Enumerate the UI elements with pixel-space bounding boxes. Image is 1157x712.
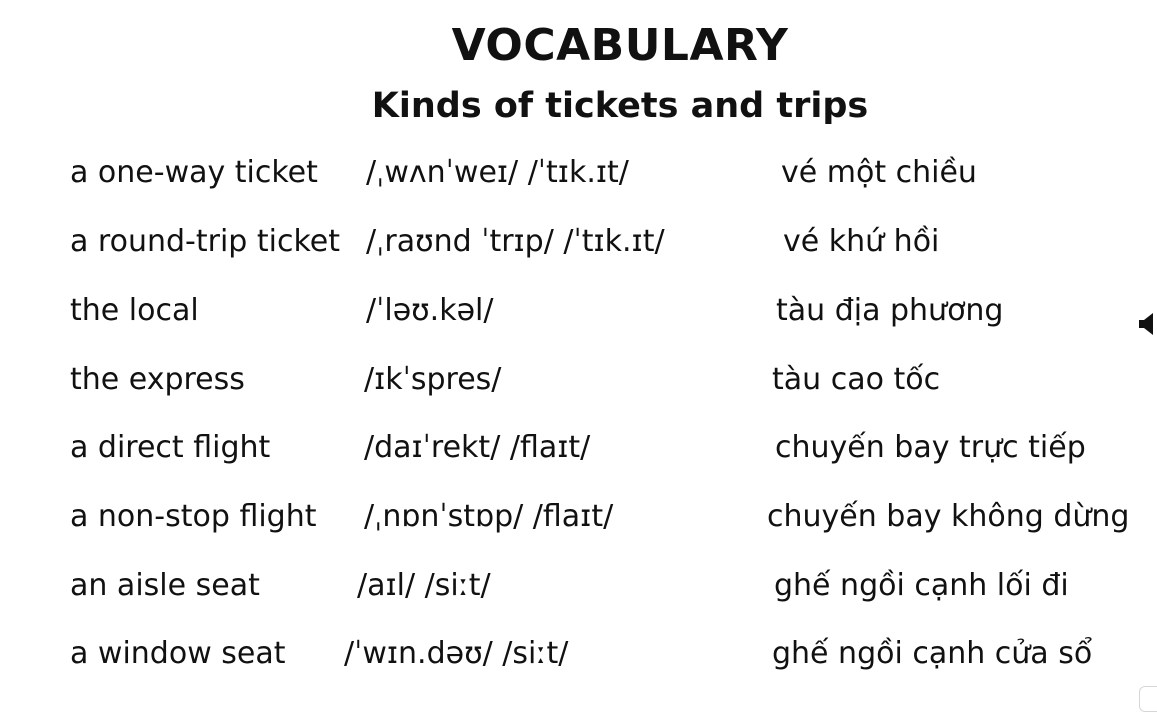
vocab-ipa: /ˈwɪn.dəʊ/ /siːt/: [344, 636, 569, 671]
vocab-term: a window seat: [70, 636, 286, 671]
vocab-row: a one-way ticket /ˌwʌnˈweɪ/ /ˈtɪk.ɪt/ vé…: [0, 150, 1157, 196]
vocab-row: the local /ˈləʊ.kəl/ tàu địa phương: [0, 288, 1157, 334]
speaker-icon-graphic: [1139, 313, 1153, 335]
vocab-term: a one-way ticket: [70, 155, 318, 190]
speaker-icon[interactable]: [1137, 310, 1157, 338]
vocab-meaning: tàu cao tốc: [772, 362, 941, 397]
corner-control[interactable]: [1139, 686, 1157, 712]
vocab-term: a direct flight: [70, 430, 271, 465]
vocab-row: a round-trip ticket /ˌraʊnd ˈtrɪp/ /ˈtɪk…: [0, 219, 1157, 265]
vocab-term: a round-trip ticket: [70, 224, 340, 259]
vocab-meaning: ghế ngồi cạnh cửa sổ: [772, 636, 1093, 671]
vocab-meaning: chuyến bay trực tiếp: [775, 430, 1086, 465]
vocab-meaning: ghế ngồi cạnh lối đi: [774, 568, 1069, 603]
vocab-row: an aisle seat /aɪl/ /siːt/ ghế ngồi cạnh…: [0, 563, 1157, 609]
vocab-term: a non-stop flight: [70, 499, 317, 534]
vocab-term: an aisle seat: [70, 568, 260, 603]
page-title: VOCABULARY: [451, 20, 789, 71]
vocab-term: the express: [70, 362, 245, 397]
vocab-ipa: /ˈləʊ.kəl/: [366, 293, 494, 328]
vocab-row: a direct flight /daɪˈrekt/ /flaɪt/ chuyế…: [0, 425, 1157, 471]
vocab-row: a non-stop flight /ˌnɒnˈstɒp/ /flaɪt/ ch…: [0, 494, 1157, 540]
vocab-ipa: /ˌwʌnˈweɪ/ /ˈtɪk.ɪt/: [366, 155, 629, 190]
page-subtitle: Kinds of tickets and trips: [371, 86, 869, 126]
vocab-meaning: vé khứ hồi: [783, 224, 940, 259]
vocab-meaning: tàu địa phương: [776, 293, 1004, 328]
vocab-row: the express /ɪkˈspres/ tàu cao tốc: [0, 357, 1157, 403]
vocab-term: the local: [70, 293, 199, 328]
vocab-ipa: /ˌnɒnˈstɒp/ /flaɪt/: [364, 499, 614, 534]
vocab-ipa: /aɪl/ /siːt/: [357, 568, 491, 603]
vocab-row: a window seat /ˈwɪn.dəʊ/ /siːt/ ghế ngồi…: [0, 631, 1157, 677]
vocab-meaning: chuyến bay không dừng: [767, 499, 1130, 534]
vocab-ipa: /ɪkˈspres/: [364, 362, 502, 397]
vocab-meaning: vé một chiều: [781, 155, 977, 190]
vocab-ipa: /ˌraʊnd ˈtrɪp/ /ˈtɪk.ɪt/: [366, 224, 665, 259]
vocab-ipa: /daɪˈrekt/ /flaɪt/: [364, 430, 591, 465]
